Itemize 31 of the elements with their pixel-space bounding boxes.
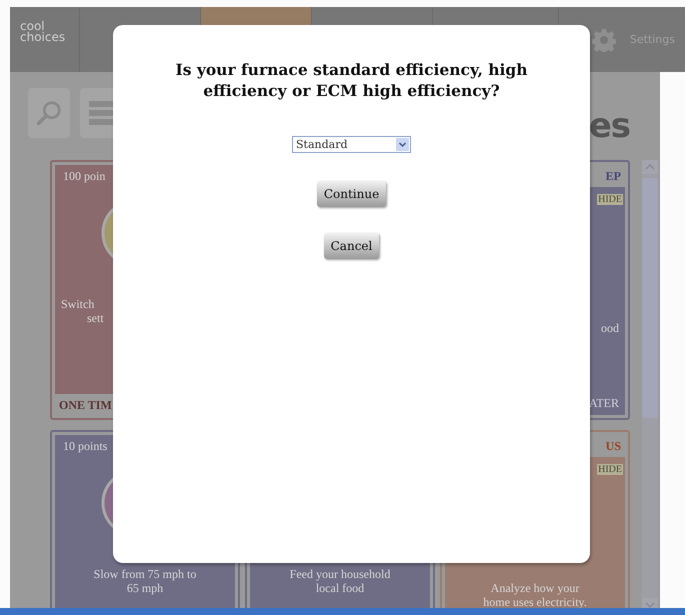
card-description: Feed your household	[290, 567, 390, 581]
card-frequency: ONE TIM	[58, 397, 113, 414]
card-description: 65 mph	[126, 581, 164, 595]
card-description: ood	[601, 321, 619, 335]
dialog-button[interactable]: Continue	[316, 181, 386, 207]
card-description: Analyze how your	[490, 581, 580, 595]
page-title: es	[588, 106, 630, 146]
list-icon	[89, 98, 113, 128]
card-description: Switch	[61, 297, 94, 311]
card-description: Slow from 75 mph to	[94, 567, 196, 581]
card-category: EP	[604, 168, 622, 185]
hide-link[interactable]: HIDE	[597, 194, 623, 205]
hide-link[interactable]: HIDE	[597, 464, 623, 475]
search-button[interactable]	[28, 88, 70, 138]
card-frequency: ATER	[588, 396, 619, 411]
scroll-up-icon[interactable]	[642, 160, 658, 174]
scrollbar[interactable]	[642, 160, 658, 608]
scroll-down-icon[interactable]	[642, 598, 658, 608]
list-view-button[interactable]	[80, 88, 113, 138]
dialog-question: Is your furnace standard efficiency, high efficiency or ECM high efficiency?	[174, 59, 529, 101]
card-description: sett	[86, 311, 104, 325]
card-category: US	[604, 438, 622, 455]
scroll-thumb[interactable]	[642, 178, 658, 418]
settings-icon[interactable]	[592, 28, 616, 52]
search-icon	[35, 99, 63, 127]
card-description: local food	[316, 581, 364, 595]
dropdown-caret-icon	[396, 138, 409, 151]
efficiency-dropdown[interactable]: Standard	[292, 136, 411, 153]
points-label: 100 poin	[63, 169, 106, 183]
dialog-button[interactable]: Cancel	[324, 233, 380, 259]
points-label: 10 points	[63, 439, 108, 453]
